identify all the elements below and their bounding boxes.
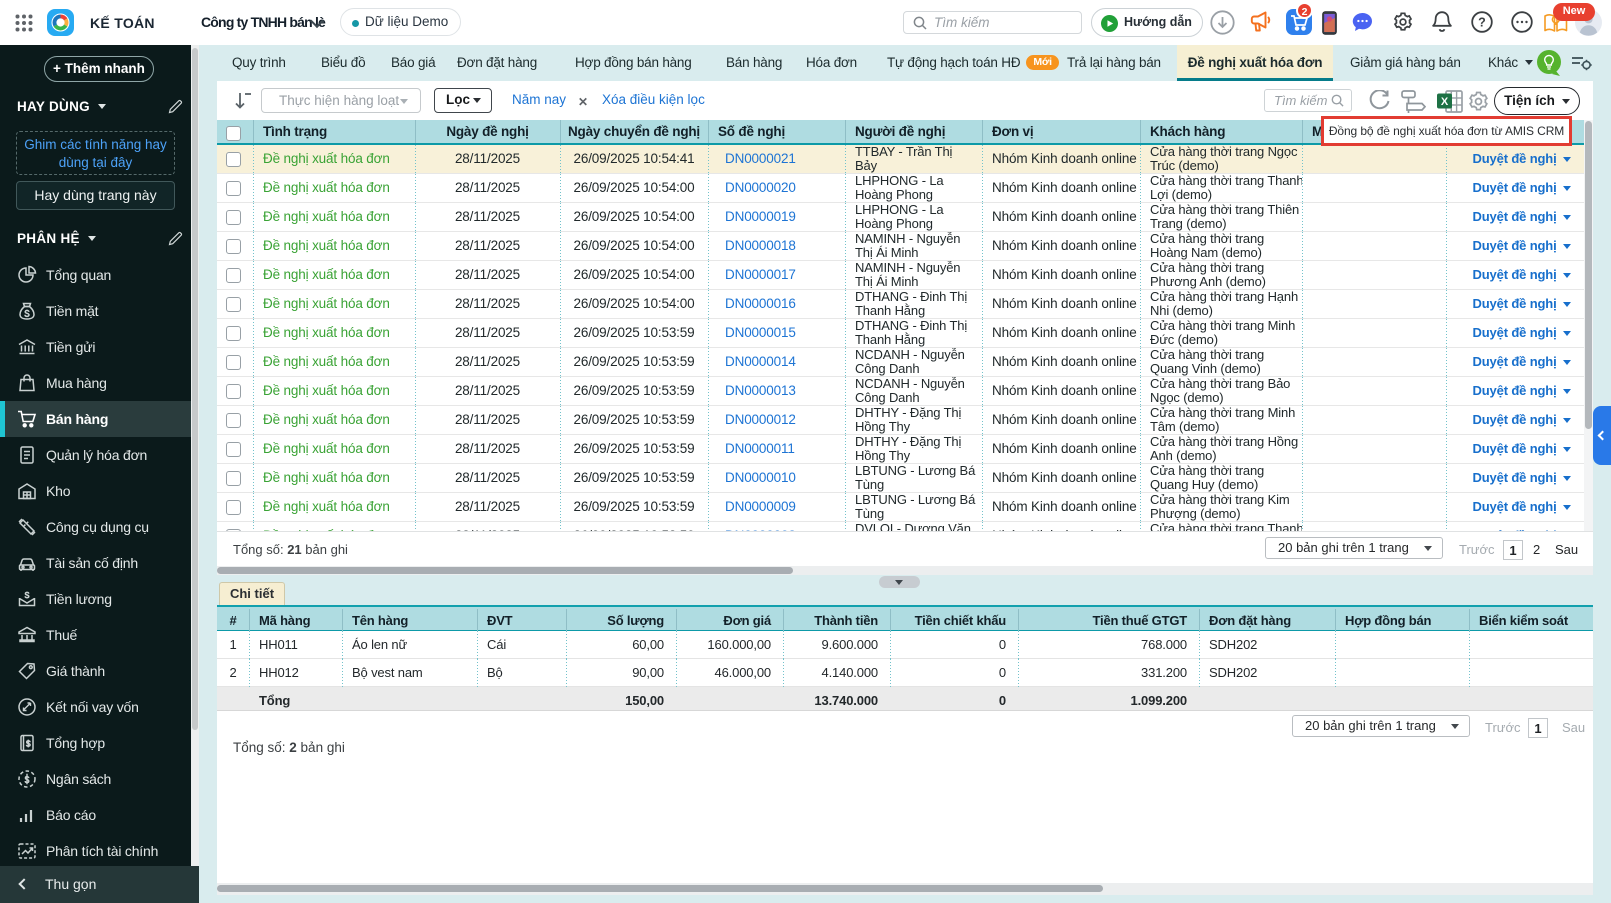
svg-text:?: ? (1478, 15, 1486, 29)
svg-text:X: X (1441, 96, 1449, 108)
